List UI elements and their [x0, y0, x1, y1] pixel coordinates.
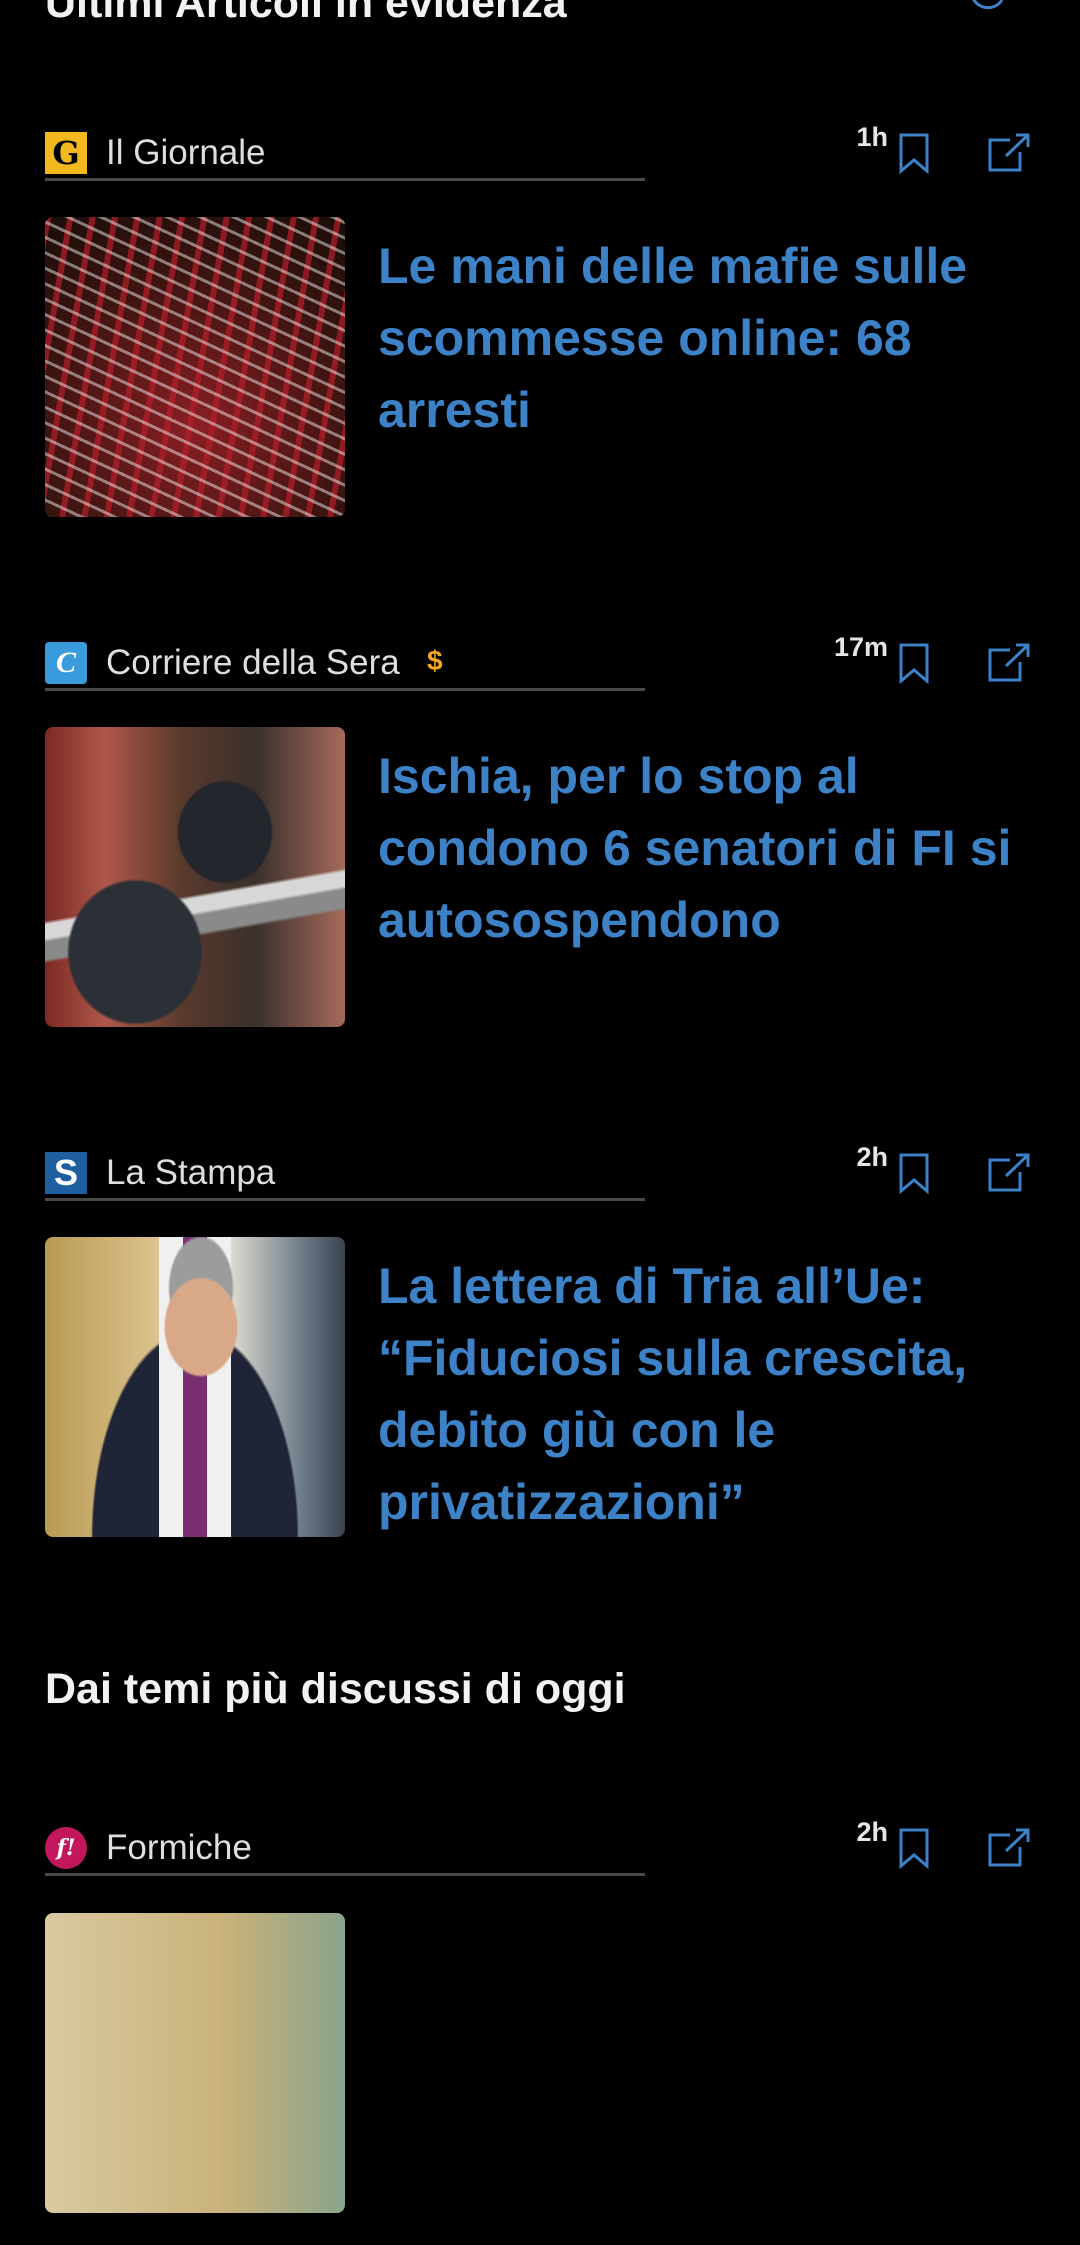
source-row: S La Stampa	[45, 1150, 645, 1201]
bookmark-icon[interactable]	[897, 132, 931, 174]
timestamp: 2h	[856, 1142, 888, 1172]
section-title-themes: Dai temi più discussi di oggi	[45, 1665, 626, 1713]
bookmark-icon[interactable]	[897, 1152, 931, 1194]
source-name[interactable]: Formiche	[106, 1825, 252, 1871]
bookmark-icon[interactable]	[897, 1827, 931, 1869]
source-row: f! Formiche	[45, 1825, 645, 1876]
article-card[interactable]: f! Formiche 2h	[0, 1817, 1080, 2245]
article-thumbnail-senators[interactable]	[45, 727, 345, 1027]
article-headline[interactable]: Le mani delle mafie sulle scommesse onli…	[378, 230, 1028, 446]
article-thumbnail[interactable]	[45, 1913, 345, 2213]
timestamp: 2h	[856, 1817, 888, 1847]
corriere-logo-icon: C	[45, 642, 87, 684]
section-title-featured: Ultimi Articoli in evidenza	[45, 0, 567, 27]
il-giornale-logo-icon: G	[45, 132, 87, 174]
timestamp: 1h	[856, 122, 888, 152]
open-external-icon[interactable]	[986, 1827, 1032, 1869]
refresh-icon[interactable]	[966, 0, 1008, 14]
source-name[interactable]: Corriere della Sera	[106, 640, 400, 686]
bookmark-icon[interactable]	[897, 642, 931, 684]
article-thumbnail-senate-chamber[interactable]	[45, 217, 345, 517]
open-external-icon[interactable]	[986, 642, 1032, 684]
paywall-badge: $	[427, 645, 443, 676]
article-headline[interactable]: Ischia, per lo stop al condono 6 senator…	[378, 740, 1028, 956]
source-name[interactable]: La Stampa	[106, 1150, 275, 1196]
article-headline[interactable]: La lettera di Tria all’Ue: “Fiduciosi su…	[378, 1250, 1028, 1538]
la-stampa-logo-icon: S	[45, 1152, 87, 1194]
article-thumbnail-portrait[interactable]	[45, 1237, 345, 1537]
source-row: C Corriere della Sera $	[45, 640, 645, 691]
formiche-logo-icon: f!	[45, 1827, 87, 1869]
article-card[interactable]: C Corriere della Sera $ 17m Ischia, per …	[0, 632, 1080, 1060]
article-card[interactable]: G Il Giornale 1h Le mani delle mafie sul…	[0, 122, 1080, 550]
source-name[interactable]: Il Giornale	[106, 130, 266, 176]
article-card[interactable]: S La Stampa 2h La lettera di Tria all’Ue…	[0, 1142, 1080, 1570]
timestamp: 17m	[833, 632, 888, 662]
open-external-icon[interactable]	[986, 132, 1032, 174]
open-external-icon[interactable]	[986, 1152, 1032, 1194]
source-row: G Il Giornale	[45, 130, 645, 181]
